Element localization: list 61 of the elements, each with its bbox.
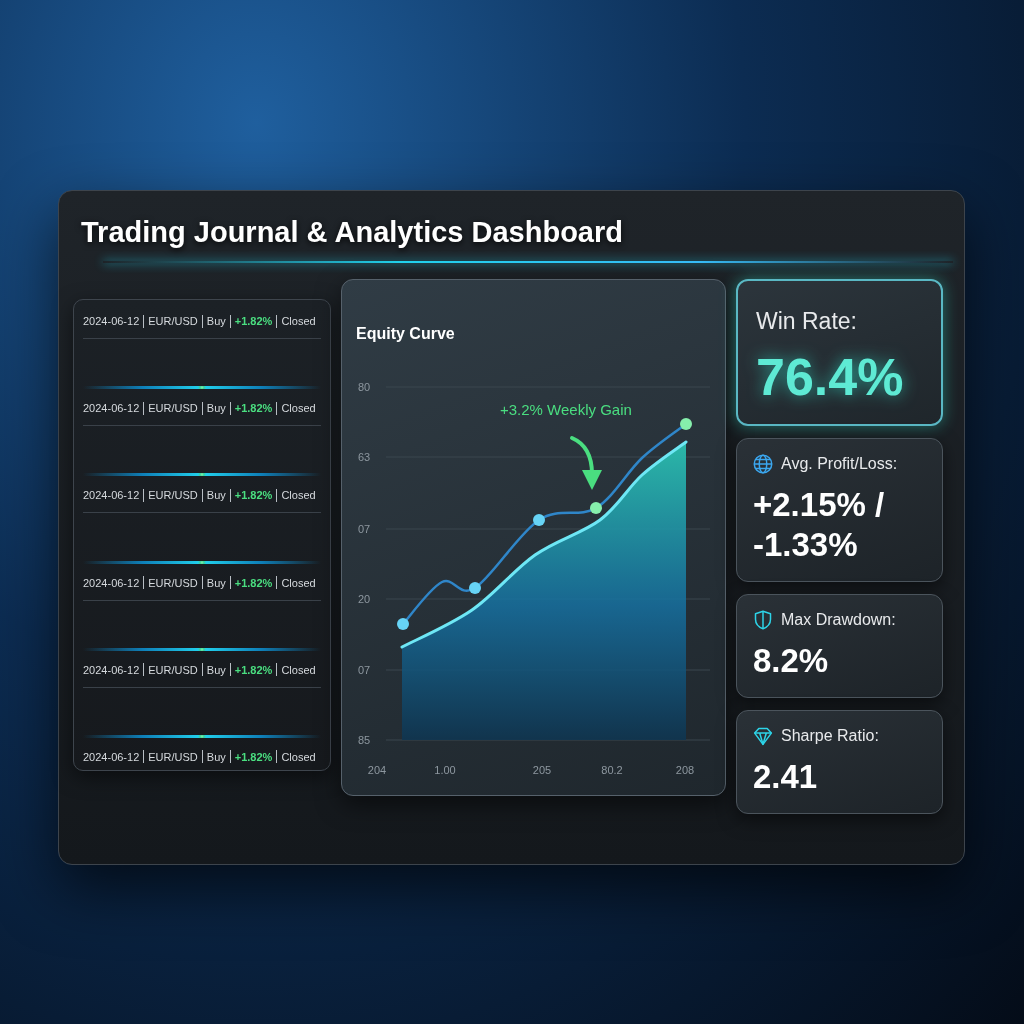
trade-date: 2024-06-12 bbox=[83, 314, 140, 328]
trade-pair: EUR/USD bbox=[148, 749, 198, 764]
x-axis-label: 208 bbox=[675, 764, 695, 776]
trade-pnl: +1.82% bbox=[234, 401, 273, 416]
metric-label: Sharpe Ratio: bbox=[781, 726, 879, 746]
x-axis-label: 205 bbox=[532, 764, 552, 776]
trade-pnl: +1.82% bbox=[234, 575, 273, 590]
trade-pnl: +1.82% bbox=[234, 749, 273, 764]
trade-status: Closed bbox=[281, 488, 316, 503]
dashboard-title: Trading Journal & Analytics Dashboard bbox=[81, 215, 624, 249]
trade-status: Closed bbox=[281, 314, 316, 328]
y-axis-label: 07 bbox=[358, 523, 371, 535]
metric-value: 76.4% bbox=[756, 349, 905, 405]
x-axis-label: 1.00 bbox=[434, 764, 456, 776]
trade-status: Closed bbox=[281, 749, 316, 764]
trade-side: Buy bbox=[206, 401, 226, 416]
y-axis-label: 85 bbox=[358, 734, 371, 746]
metric-value: +2.15% / -1.33% bbox=[753, 485, 886, 565]
trade-pair: EUR/USD bbox=[148, 488, 198, 503]
trade-pair: EUR/USD bbox=[148, 662, 198, 677]
trade-pnl: +1.82% bbox=[234, 662, 273, 677]
data-point bbox=[533, 514, 545, 526]
gem-icon bbox=[753, 726, 773, 746]
trade-date: 2024-06-12 bbox=[83, 575, 140, 590]
metric-label: Win Rate: bbox=[756, 307, 857, 335]
trade-status: Closed bbox=[281, 662, 316, 677]
trade-side: Buy bbox=[206, 662, 226, 677]
data-point bbox=[397, 618, 409, 630]
shield-icon bbox=[753, 610, 773, 630]
data-point bbox=[590, 502, 602, 514]
x-axis-label: 204 bbox=[367, 764, 387, 776]
trade-date: 2024-06-12 bbox=[83, 488, 140, 503]
metric-label: Max Drawdown: bbox=[781, 610, 896, 630]
trade-date: 2024-06-12 bbox=[83, 749, 140, 764]
trade-side: Buy bbox=[206, 314, 226, 328]
trade-side: Buy bbox=[206, 749, 226, 764]
x-axis-label: 80.2 bbox=[601, 764, 623, 776]
y-axis-label: 63 bbox=[358, 451, 371, 463]
trade-date: 2024-06-12 bbox=[83, 662, 140, 677]
metric-label: Avg. Profit/Loss: bbox=[781, 454, 898, 474]
y-axis-label: 80 bbox=[358, 381, 371, 393]
trade-status: Closed bbox=[281, 575, 316, 590]
y-axis-label: 07 bbox=[358, 664, 371, 676]
chart-title: Equity Curve bbox=[356, 324, 455, 344]
data-point bbox=[469, 582, 481, 594]
trade-side: Buy bbox=[206, 575, 226, 590]
metric-value: 8.2% bbox=[753, 641, 830, 681]
trade-pnl: +1.82% bbox=[234, 314, 273, 328]
curved-arrow-icon bbox=[570, 436, 602, 490]
trade-status: Closed bbox=[281, 401, 316, 416]
y-axis-label: 20 bbox=[358, 593, 371, 605]
data-point bbox=[680, 418, 692, 430]
trade-pair: EUR/USD bbox=[148, 401, 198, 416]
globe-icon bbox=[753, 454, 773, 474]
trade-date: 2024-06-12 bbox=[83, 401, 140, 416]
metric-value: 2.41 bbox=[753, 757, 819, 797]
trade-pnl: +1.82% bbox=[234, 488, 273, 503]
trade-pair: EUR/USD bbox=[148, 575, 198, 590]
annotation-label: +3.2% Weekly Gain bbox=[500, 401, 632, 418]
trade-pair: EUR/USD bbox=[148, 314, 198, 328]
trade-side: Buy bbox=[206, 488, 226, 503]
